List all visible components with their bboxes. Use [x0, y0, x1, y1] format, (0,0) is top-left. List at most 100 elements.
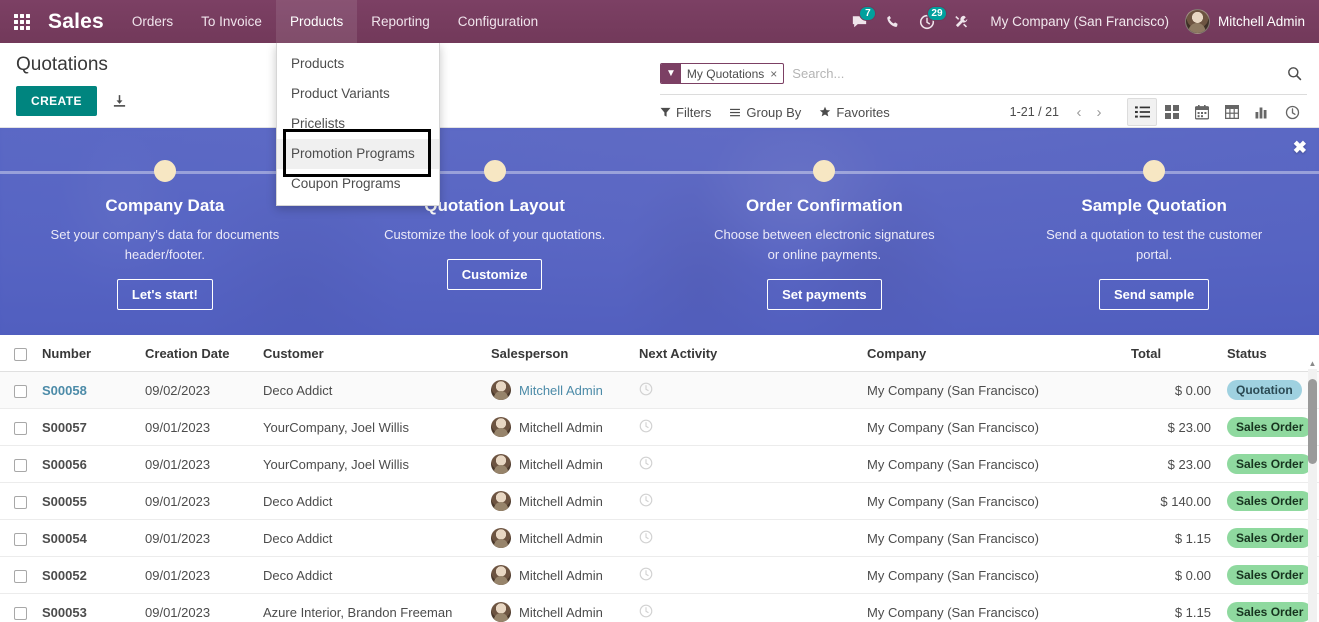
order-number-link[interactable]: S00058 [42, 383, 87, 398]
menu-reporting[interactable]: Reporting [357, 0, 444, 43]
calendar-view-button[interactable] [1187, 98, 1217, 126]
phone-button[interactable] [876, 0, 910, 43]
debug-tools-button[interactable] [944, 0, 978, 43]
step-title: Sample Quotation [1081, 196, 1227, 215]
menu-products[interactable]: Products [275, 0, 358, 43]
scroll-up-arrow[interactable]: ▲ [1308, 359, 1317, 368]
activity-clock-icon[interactable] [639, 530, 653, 544]
cell-next-activity [631, 445, 859, 483]
company-switcher[interactable]: My Company (San Francisco) [978, 0, 1181, 43]
order-number-link[interactable]: S00052 [42, 568, 87, 583]
activity-clock-icon[interactable] [639, 419, 653, 433]
dropdown-item-promotion-programs[interactable]: Promotion Programs [277, 139, 439, 169]
pager-previous-button[interactable]: ‹ [1069, 105, 1089, 120]
activity-clock-icon[interactable] [639, 567, 653, 581]
column-header-customer[interactable]: Customer [255, 335, 483, 372]
pager-next-button[interactable]: › [1089, 105, 1109, 120]
column-header-creation-date[interactable]: Creation Date [137, 335, 255, 372]
facet-remove-button[interactable]: × [768, 67, 783, 81]
apps-menu-button[interactable] [0, 0, 44, 43]
column-header-company[interactable]: Company [859, 335, 1123, 372]
cell-salesperson: Mitchell Admin [483, 482, 631, 520]
row-checkbox[interactable] [14, 495, 27, 509]
column-header-next-activity[interactable]: Next Activity [631, 335, 859, 372]
favorites-dropdown[interactable]: Favorites [819, 105, 890, 120]
step-description: Choose between electronic signatures or … [714, 227, 935, 262]
dropdown-item-coupon-programs[interactable]: Coupon Programs [277, 169, 439, 199]
send-sample-button[interactable]: Send sample [1099, 279, 1210, 310]
wrench-icon [955, 15, 968, 28]
order-number-link[interactable]: S00057 [42, 420, 87, 435]
avatar [491, 491, 511, 511]
row-checkbox[interactable] [14, 384, 27, 398]
order-number-link[interactable]: S00054 [42, 531, 87, 546]
row-checkbox[interactable] [14, 421, 27, 435]
order-number-link[interactable]: S00056 [42, 457, 87, 472]
import-records-button[interactable] [111, 93, 128, 110]
activity-clock-icon[interactable] [639, 382, 653, 396]
search-facet-my-quotations[interactable]: ▼ My Quotations × [660, 63, 785, 84]
customize-button[interactable]: Customize [446, 259, 543, 290]
table-row[interactable]: S00055 09/01/2023 Deco Addict Mitchell Admi… [0, 482, 1319, 520]
dropdown-item-pricelists[interactable]: Pricelists [277, 109, 439, 139]
search-submit-button[interactable] [1278, 65, 1303, 82]
groupby-dropdown[interactable]: Group By [729, 105, 801, 120]
order-number-link[interactable]: S00053 [42, 605, 87, 620]
table-row[interactable]: S00056 09/01/2023 YourCompany, Joel Willis… [0, 445, 1319, 483]
cell-next-activity [631, 556, 859, 594]
table-body: S00058 09/02/2023 Deco Addict Mitchell Admi… [0, 371, 1319, 622]
scrollbar-thumb[interactable] [1308, 379, 1317, 464]
activities-button[interactable]: 29 [910, 0, 947, 43]
cell-company: My Company (San Francisco) [859, 482, 1123, 520]
table-row[interactable]: S00058 09/02/2023 Deco Addict Mitchell Admi… [0, 371, 1319, 409]
column-header-number[interactable]: Number [34, 335, 137, 372]
table-row[interactable]: S00053 09/01/2023 Azure Interior, Brandon … [0, 593, 1319, 622]
row-select-cell [0, 408, 34, 446]
row-checkbox[interactable] [14, 606, 27, 620]
status-badge: Sales Order [1227, 417, 1313, 437]
list-icon [1134, 106, 1150, 118]
messages-button[interactable]: 7 [842, 0, 877, 43]
step-dot-icon [153, 160, 176, 182]
row-select-cell [0, 371, 34, 409]
activity-clock-icon[interactable] [639, 604, 653, 618]
filters-dropdown[interactable]: Filters [660, 105, 711, 120]
kanban-view-button[interactable] [1157, 98, 1187, 126]
salesperson-name: Mitchell Admin [519, 419, 603, 435]
list-view-button[interactable] [1127, 98, 1157, 126]
menu-to-invoice[interactable]: To Invoice [187, 0, 276, 43]
search-input[interactable] [790, 65, 1278, 82]
set-payments-button[interactable]: Set payments [767, 279, 882, 310]
create-button[interactable]: CREATE [16, 86, 97, 116]
dropdown-item-products[interactable]: Products [277, 49, 439, 79]
user-menu[interactable]: Mitchell Admin [1181, 9, 1309, 34]
search-bar[interactable]: ▼ My Quotations × [660, 53, 1307, 95]
cell-status: Sales Order [1219, 556, 1319, 594]
lets-start-button[interactable]: Let's start! [116, 279, 213, 310]
close-icon[interactable]: ✖ [1293, 139, 1307, 156]
menu-configuration[interactable]: Configuration [444, 0, 552, 43]
pivot-view-button[interactable] [1217, 98, 1247, 126]
row-checkbox[interactable] [14, 569, 27, 583]
menu-orders[interactable]: Orders [118, 0, 187, 43]
status-badge: Sales Order [1227, 602, 1313, 622]
column-header-total[interactable]: Total [1123, 335, 1219, 372]
activity-view-button[interactable] [1277, 98, 1307, 126]
table-row[interactable]: S00054 09/01/2023 Deco Addict Mitchell Admi… [0, 519, 1319, 557]
list-scrollbar[interactable]: ▲ [1308, 359, 1317, 622]
graph-view-button[interactable] [1247, 98, 1277, 126]
activity-clock-icon[interactable] [639, 493, 653, 507]
step-title: Order Confirmation [745, 196, 903, 215]
table-row[interactable]: S00057 09/01/2023 YourCompany, Joel Willis… [0, 408, 1319, 446]
table-row[interactable]: S00052 09/01/2023 Deco Addict Mitchell Admi… [0, 556, 1319, 594]
order-number-link[interactable]: S00055 [42, 494, 87, 509]
onboarding-step-order-confirmation: Order Confirmation Choose between electr… [660, 128, 990, 335]
column-header-status[interactable]: Status [1219, 335, 1319, 372]
column-header-salesperson[interactable]: Salesperson [483, 335, 631, 372]
select-all-checkbox[interactable] [14, 347, 27, 361]
row-checkbox[interactable] [14, 458, 27, 472]
app-brand-sales[interactable]: Sales [44, 0, 118, 43]
row-checkbox[interactable] [14, 532, 27, 546]
dropdown-item-product-variants[interactable]: Product Variants [277, 79, 439, 109]
activity-clock-icon[interactable] [639, 456, 653, 470]
